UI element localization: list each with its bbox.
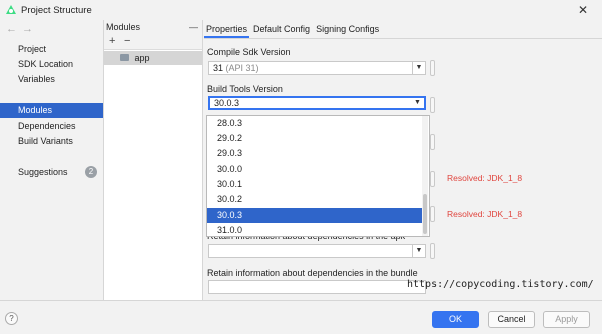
tab-properties[interactable]: Properties bbox=[204, 20, 250, 38]
tab-default-config[interactable]: Default Config bbox=[251, 20, 312, 38]
dropdown-option[interactable]: 29.0.2 bbox=[207, 131, 422, 146]
folder-icon bbox=[120, 54, 129, 62]
dropdown-option[interactable]: 30.0.2 bbox=[207, 192, 422, 207]
back-forward-icon[interactable]: ←→ bbox=[6, 23, 38, 35]
sidebar-item-suggestions[interactable]: Suggestions 2 bbox=[0, 165, 103, 180]
sidebar-item-sdk-location[interactable]: SDK Location bbox=[0, 57, 103, 72]
android-studio-icon bbox=[6, 5, 16, 14]
bundle-dependencies-label: Retain information about dependencies in… bbox=[207, 268, 418, 278]
apk-dependencies-combo[interactable]: ▼ bbox=[208, 244, 426, 258]
tab-divider bbox=[204, 38, 602, 39]
apply-button[interactable]: Apply bbox=[543, 311, 590, 328]
compile-sdk-combo[interactable]: 31 (API 31) ▼ bbox=[208, 61, 426, 75]
module-item-label: app bbox=[134, 53, 150, 63]
build-tools-label: Build Tools Version bbox=[207, 84, 283, 94]
chevron-down-icon[interactable]: ▼ bbox=[411, 98, 424, 108]
chevron-down-icon[interactable]: ▼ bbox=[412, 62, 425, 74]
watermark-url: https://copycoding.tistory.com/ bbox=[407, 279, 594, 290]
title-bar: Project Structure ✕ bbox=[0, 0, 602, 20]
build-tools-dropdown: 28.0.3 29.0.2 29.0.3 30.0.0 30.0.1 30.0.… bbox=[206, 115, 430, 237]
modules-panel: Modules — + − app bbox=[104, 20, 203, 300]
dropdown-option[interactable]: 29.0.3 bbox=[207, 146, 422, 161]
sidebar-item-build-variants[interactable]: Build Variants bbox=[0, 134, 103, 149]
build-tools-combo[interactable]: 30.0.3 ▼ bbox=[208, 96, 426, 110]
scrollbar-thumb[interactable] bbox=[423, 194, 427, 234]
dropdown-option[interactable]: 30.0.0 bbox=[207, 162, 422, 177]
add-module-icon[interactable]: + bbox=[109, 35, 115, 47]
ok-button[interactable]: OK bbox=[432, 311, 479, 328]
window-title: Project Structure bbox=[21, 4, 92, 16]
modules-header: Modules — bbox=[104, 20, 202, 34]
bundle-dependencies-combo[interactable] bbox=[208, 280, 426, 294]
modules-header-label: Modules bbox=[106, 22, 141, 32]
sidebar-item-dependencies[interactable]: Dependencies bbox=[0, 119, 103, 134]
sidebar-item-modules[interactable]: Modules bbox=[0, 103, 103, 118]
cancel-button[interactable]: Cancel bbox=[488, 311, 535, 328]
dropdown-option[interactable]: 30.0.1 bbox=[207, 177, 422, 192]
apk-dependencies-side-button[interactable] bbox=[430, 243, 435, 259]
source-compat-resolved: Resolved: JDK_1_8 bbox=[447, 173, 523, 183]
dropdown-scrollbar[interactable] bbox=[422, 116, 428, 236]
sidebar-item-variables[interactable]: Variables bbox=[0, 72, 103, 87]
target-compat-side-button[interactable] bbox=[430, 206, 435, 222]
compile-sdk-value: 31 bbox=[213, 63, 224, 73]
modules-toolbar: + − bbox=[104, 34, 202, 50]
build-tools-side-button[interactable] bbox=[430, 97, 435, 113]
chevron-down-icon[interactable]: ▼ bbox=[412, 245, 425, 257]
remove-module-icon[interactable]: − bbox=[124, 35, 130, 47]
sidebar-item-label: Suggestions bbox=[18, 167, 68, 177]
dialog-footer: ? OK Cancel Apply bbox=[0, 300, 602, 334]
ndk-side-button[interactable] bbox=[430, 134, 435, 150]
suggestions-count-badge: 2 bbox=[85, 166, 97, 178]
dropdown-option-selected[interactable]: 30.0.3 bbox=[207, 208, 422, 223]
dropdown-option[interactable]: 31.0.0 bbox=[207, 223, 422, 238]
compile-sdk-side-button[interactable] bbox=[430, 60, 435, 76]
source-compat-side-button[interactable] bbox=[430, 171, 435, 187]
build-tools-value: 30.0.3 bbox=[214, 98, 240, 108]
tab-bar: Properties Default Config Signing Config… bbox=[204, 20, 383, 38]
target-compat-resolved: Resolved: JDK_1_8 bbox=[447, 209, 523, 219]
close-icon[interactable]: ✕ bbox=[578, 3, 588, 17]
sidebar: ←→ Project SDK Location Variables Module… bbox=[0, 20, 104, 300]
sidebar-item-project[interactable]: Project bbox=[0, 42, 103, 57]
dropdown-option[interactable]: 28.0.3 bbox=[207, 116, 422, 131]
module-item-app[interactable]: app bbox=[104, 51, 202, 65]
collapse-icon[interactable]: — bbox=[189, 20, 198, 34]
compile-sdk-hint: (API 31) bbox=[225, 63, 259, 73]
help-icon[interactable]: ? bbox=[5, 312, 18, 325]
compile-sdk-label: Compile Sdk Version bbox=[207, 47, 291, 57]
tab-signing-configs[interactable]: Signing Configs bbox=[314, 20, 381, 38]
